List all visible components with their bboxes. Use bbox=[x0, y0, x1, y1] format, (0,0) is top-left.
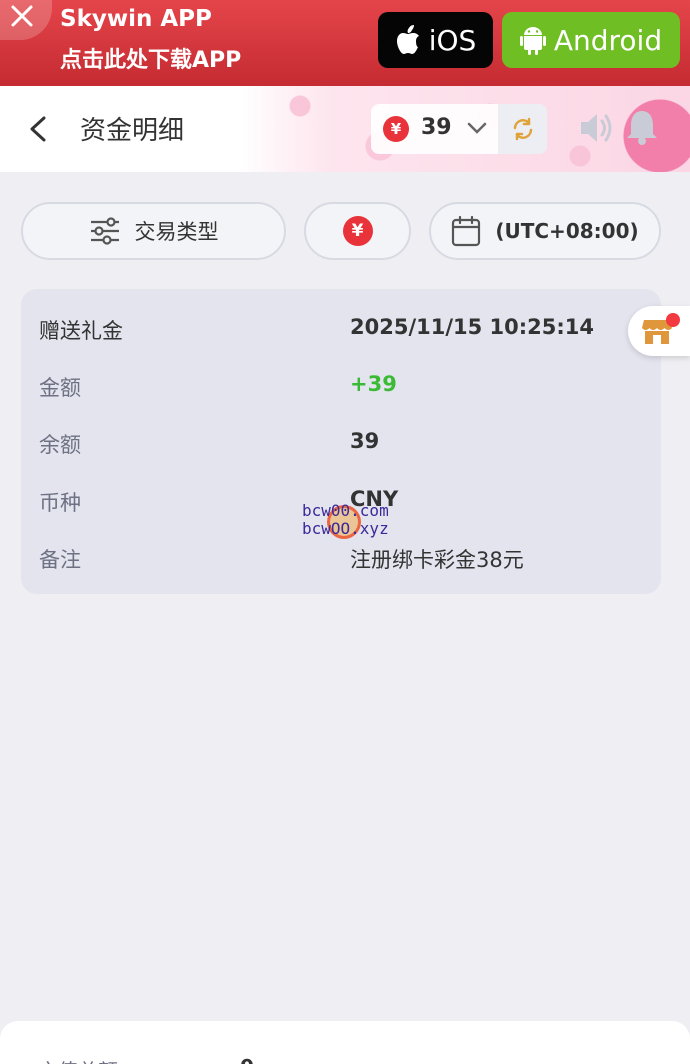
currency-filter[interactable]: ¥ bbox=[304, 202, 411, 260]
transaction-type-label: 交易类型 bbox=[134, 220, 219, 244]
summary-panel: 充值总额 0 bbox=[0, 1021, 690, 1064]
deposit-total-label: 充值总额 bbox=[38, 1055, 118, 1064]
amount-label: 金额 bbox=[39, 376, 81, 400]
refresh-balance-button[interactable] bbox=[498, 104, 547, 154]
banner-subtitle: 点击此处下载APP bbox=[60, 48, 242, 73]
download-banner[interactable]: Skywin APP 点击此处下载APP iOS Android bbox=[0, 0, 690, 86]
banner-close-button[interactable] bbox=[0, 0, 52, 40]
record-row-note: 备注 注册绑卡彩金38元 bbox=[21, 538, 661, 578]
watermark-line1: bcw00.com bbox=[302, 501, 389, 520]
apple-icon bbox=[396, 25, 419, 54]
bell-icon[interactable] bbox=[625, 108, 659, 146]
floating-shop-button[interactable] bbox=[628, 306, 690, 356]
timezone-label: (UTC+08:00) bbox=[495, 219, 639, 243]
yuan-icon: ¥ bbox=[383, 116, 409, 142]
watermark-line2: bcwOO.xyz bbox=[302, 519, 389, 538]
chevron-down-icon[interactable] bbox=[467, 120, 487, 136]
close-icon bbox=[11, 5, 33, 27]
record-type: 赠送礼金 bbox=[39, 319, 123, 343]
banner-title: Skywin APP bbox=[60, 6, 212, 32]
record-datetime: 2025/11/15 10:25:14 bbox=[350, 315, 595, 339]
ios-download-button[interactable]: iOS bbox=[378, 12, 493, 68]
android-icon bbox=[519, 27, 546, 55]
amount-value: +39 bbox=[350, 372, 397, 396]
ios-label: iOS bbox=[428, 23, 477, 57]
balance-value: 39 bbox=[421, 115, 452, 140]
page-header: 资金明细 ¥ 39 bbox=[0, 86, 690, 172]
calendar-icon bbox=[452, 215, 481, 247]
speaker-icon[interactable] bbox=[578, 110, 616, 146]
sliders-icon bbox=[90, 217, 119, 245]
back-button[interactable] bbox=[24, 112, 52, 146]
record-header-row: 赠送礼金 2025/11/15 10:25:14 bbox=[21, 309, 661, 349]
transaction-record-card[interactable]: 赠送礼金 2025/11/15 10:25:14 金额 +39 余额 39 币种… bbox=[21, 289, 661, 594]
transaction-type-filter[interactable]: 交易类型 bbox=[21, 202, 286, 260]
refresh-icon bbox=[513, 117, 532, 141]
yuan-icon: ¥ bbox=[342, 216, 373, 246]
currency-label: 币种 bbox=[39, 491, 81, 515]
note-value: 注册绑卡彩金38元 bbox=[350, 548, 524, 572]
note-label: 备注 bbox=[39, 548, 81, 572]
deposit-total-value: 0 bbox=[240, 1055, 254, 1064]
record-row-amount: 金额 +39 bbox=[21, 366, 661, 406]
balance-selector[interactable]: ¥ 39 bbox=[371, 104, 547, 154]
android-label: Android bbox=[553, 23, 663, 57]
watermark: bcw00.com bcwOO.xyz bbox=[302, 501, 402, 541]
balance-value: 39 bbox=[350, 429, 380, 453]
chevron-left-icon bbox=[30, 116, 46, 142]
notification-dot bbox=[666, 313, 680, 327]
page-title: 资金明细 bbox=[80, 116, 185, 146]
android-download-button[interactable]: Android bbox=[502, 12, 680, 68]
record-row-balance: 余额 39 bbox=[21, 423, 661, 463]
date-filter[interactable]: (UTC+08:00) bbox=[429, 202, 661, 260]
balance-label: 余额 bbox=[39, 433, 81, 457]
